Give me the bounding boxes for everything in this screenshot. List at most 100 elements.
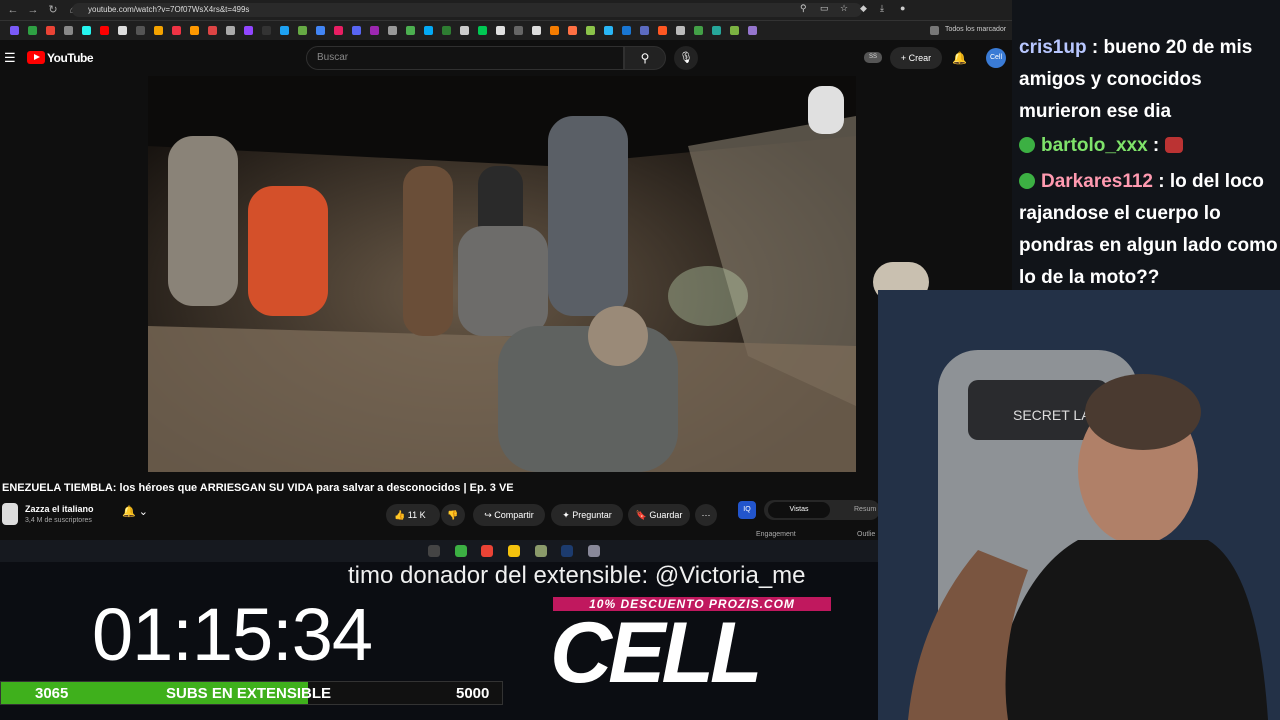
bookmark-icon[interactable] <box>514 26 523 35</box>
bookmark-icon[interactable] <box>226 26 235 35</box>
app-icon[interactable] <box>535 545 547 557</box>
bookmark-icon[interactable] <box>82 26 91 35</box>
bookmark-icon[interactable] <box>550 26 559 35</box>
folder-icon <box>930 26 939 35</box>
tab-vistas[interactable]: Vistas <box>768 502 830 518</box>
bookmark-icon[interactable] <box>118 26 127 35</box>
bookmark-icon[interactable] <box>190 26 199 35</box>
mic-button[interactable]: 🎙 <box>674 46 698 70</box>
chevron-down-icon: ⌄ <box>138 506 148 518</box>
bookmark-icon[interactable] <box>388 26 397 35</box>
like-button[interactable]: 👍 11 K <box>386 504 440 526</box>
subs-label: SUBS EN EXTENSIBLE <box>166 685 332 702</box>
bookmark-icon[interactable] <box>604 26 613 35</box>
avatar[interactable]: Cell <box>986 48 1006 68</box>
chat-username[interactable]: Darkares112 <box>1041 171 1153 192</box>
bookmark-icon: 🔖 <box>635 510 647 520</box>
ask-button[interactable]: ✦ Preguntar <box>551 504 623 526</box>
channel-name[interactable]: Zazza el italiano <box>25 504 94 514</box>
bell-icon: 🔔 <box>122 506 136 518</box>
bookmark-icon[interactable] <box>370 26 379 35</box>
stream-timer: 01:15:34 <box>92 593 373 676</box>
bookmark-icon[interactable] <box>334 26 343 35</box>
iq-badge[interactable]: IQ <box>738 501 756 519</box>
bookmark-icon[interactable] <box>694 26 703 35</box>
subscription-bell-button[interactable]: 🔔 ⌄ <box>122 505 162 523</box>
bookmark-icon[interactable] <box>478 26 487 35</box>
chrome-icon[interactable] <box>481 545 493 557</box>
video-player[interactable] <box>148 76 856 472</box>
webcam-feed: SECRET LAB <box>878 290 1280 720</box>
chat-username[interactable]: bartolo_xxx <box>1041 135 1148 156</box>
video-title: ENEZUELA TIEMBLA: los héroes que ARRIESG… <box>2 482 514 494</box>
bookmark-icon[interactable] <box>136 26 145 35</box>
bookmark-icon[interactable] <box>748 26 757 35</box>
bookmark-icon[interactable] <box>10 26 19 35</box>
youtube-logo[interactable]: YouTube <box>47 51 94 65</box>
folder-icon[interactable] <box>508 545 520 557</box>
bookmark-icon[interactable] <box>28 26 37 35</box>
bookmark-icon[interactable] <box>424 26 433 35</box>
chat-username[interactable]: cris1up <box>1019 37 1087 58</box>
bookmark-icon[interactable] <box>586 26 595 35</box>
bookmark-icon[interactable] <box>406 26 415 35</box>
donor-ticker: timo donador del extensible: @Victoria_m… <box>348 562 806 589</box>
bookmark-icon[interactable] <box>316 26 325 35</box>
ss-badge[interactable]: SS <box>864 52 882 63</box>
reload-icon[interactable]: ↻ <box>46 3 60 17</box>
bookmark-icon[interactable] <box>712 26 721 35</box>
download-icon[interactable]: ⤓ <box>880 3 890 13</box>
bookmark-icon[interactable] <box>532 26 541 35</box>
bookmark-icon[interactable] <box>262 26 271 35</box>
bookmark-icon[interactable] <box>100 26 109 35</box>
emote-icon <box>1164 137 1183 153</box>
search-button[interactable]: ⚲ <box>624 46 666 70</box>
back-icon[interactable]: ← <box>6 3 20 17</box>
bookmark-icon[interactable] <box>658 26 667 35</box>
bookmark-icon[interactable] <box>460 26 469 35</box>
channel-avatar[interactable] <box>2 503 18 525</box>
bookmark-icon[interactable] <box>172 26 181 35</box>
url-field[interactable]: youtube.com/watch?v=7Of07WsX4rs&t=499s <box>72 3 862 17</box>
all-bookmarks-link[interactable]: Todos los marcador <box>945 26 1006 33</box>
youtube-logo-icon[interactable] <box>27 51 45 64</box>
bookmark-icon[interactable] <box>730 26 739 35</box>
bookmark-icon[interactable] <box>46 26 55 35</box>
bookmark-icon[interactable] <box>280 26 289 35</box>
bookmark-icon[interactable] <box>208 26 217 35</box>
more-actions-button[interactable]: ··· <box>695 504 717 526</box>
webcam-image: SECRET LAB <box>878 290 1280 720</box>
photoshop-icon[interactable] <box>561 545 573 557</box>
bookmark-icon[interactable] <box>298 26 307 35</box>
tab-resumen[interactable]: Resum <box>854 502 876 518</box>
share-button[interactable]: ↪ Compartir <box>473 504 545 526</box>
save-button[interactable]: 🔖 Guardar <box>628 504 690 526</box>
bookmark-icon[interactable] <box>154 26 163 35</box>
bookmark-icon[interactable] <box>244 26 253 35</box>
engagement-label: Engagement <box>756 531 796 538</box>
app-icon[interactable] <box>455 545 467 557</box>
bookmark-icon[interactable] <box>622 26 631 35</box>
forward-icon[interactable]: → <box>26 3 40 17</box>
app-icon[interactable] <box>588 545 600 557</box>
star-icon[interactable]: ☆ <box>840 3 850 13</box>
extensions-icon[interactable]: ◆ <box>860 3 870 13</box>
search-input[interactable]: Buscar <box>306 46 624 70</box>
bookmark-icon[interactable] <box>442 26 451 35</box>
bookmark-icon[interactable] <box>64 26 73 35</box>
create-button[interactable]: + Crear <box>890 47 942 69</box>
bookmark-icon[interactable] <box>568 26 577 35</box>
bookmark-icon[interactable] <box>640 26 649 35</box>
menu-icon[interactable]: ☰ <box>4 50 16 66</box>
cast-icon[interactable]: ▭ <box>820 3 830 13</box>
panel-tabs: Vistas Resum <box>764 500 880 520</box>
zoom-icon[interactable]: ⚲ <box>800 3 810 13</box>
bell-icon[interactable]: 🔔 <box>952 51 967 65</box>
steam-icon[interactable] <box>428 545 440 557</box>
dislike-button[interactable]: 👎 <box>441 504 465 526</box>
profile-icon[interactable]: ● <box>900 3 910 13</box>
bookmark-icon[interactable] <box>676 26 685 35</box>
save-label: Guardar <box>649 510 683 520</box>
bookmark-icon[interactable] <box>496 26 505 35</box>
bookmark-icon[interactable] <box>352 26 361 35</box>
